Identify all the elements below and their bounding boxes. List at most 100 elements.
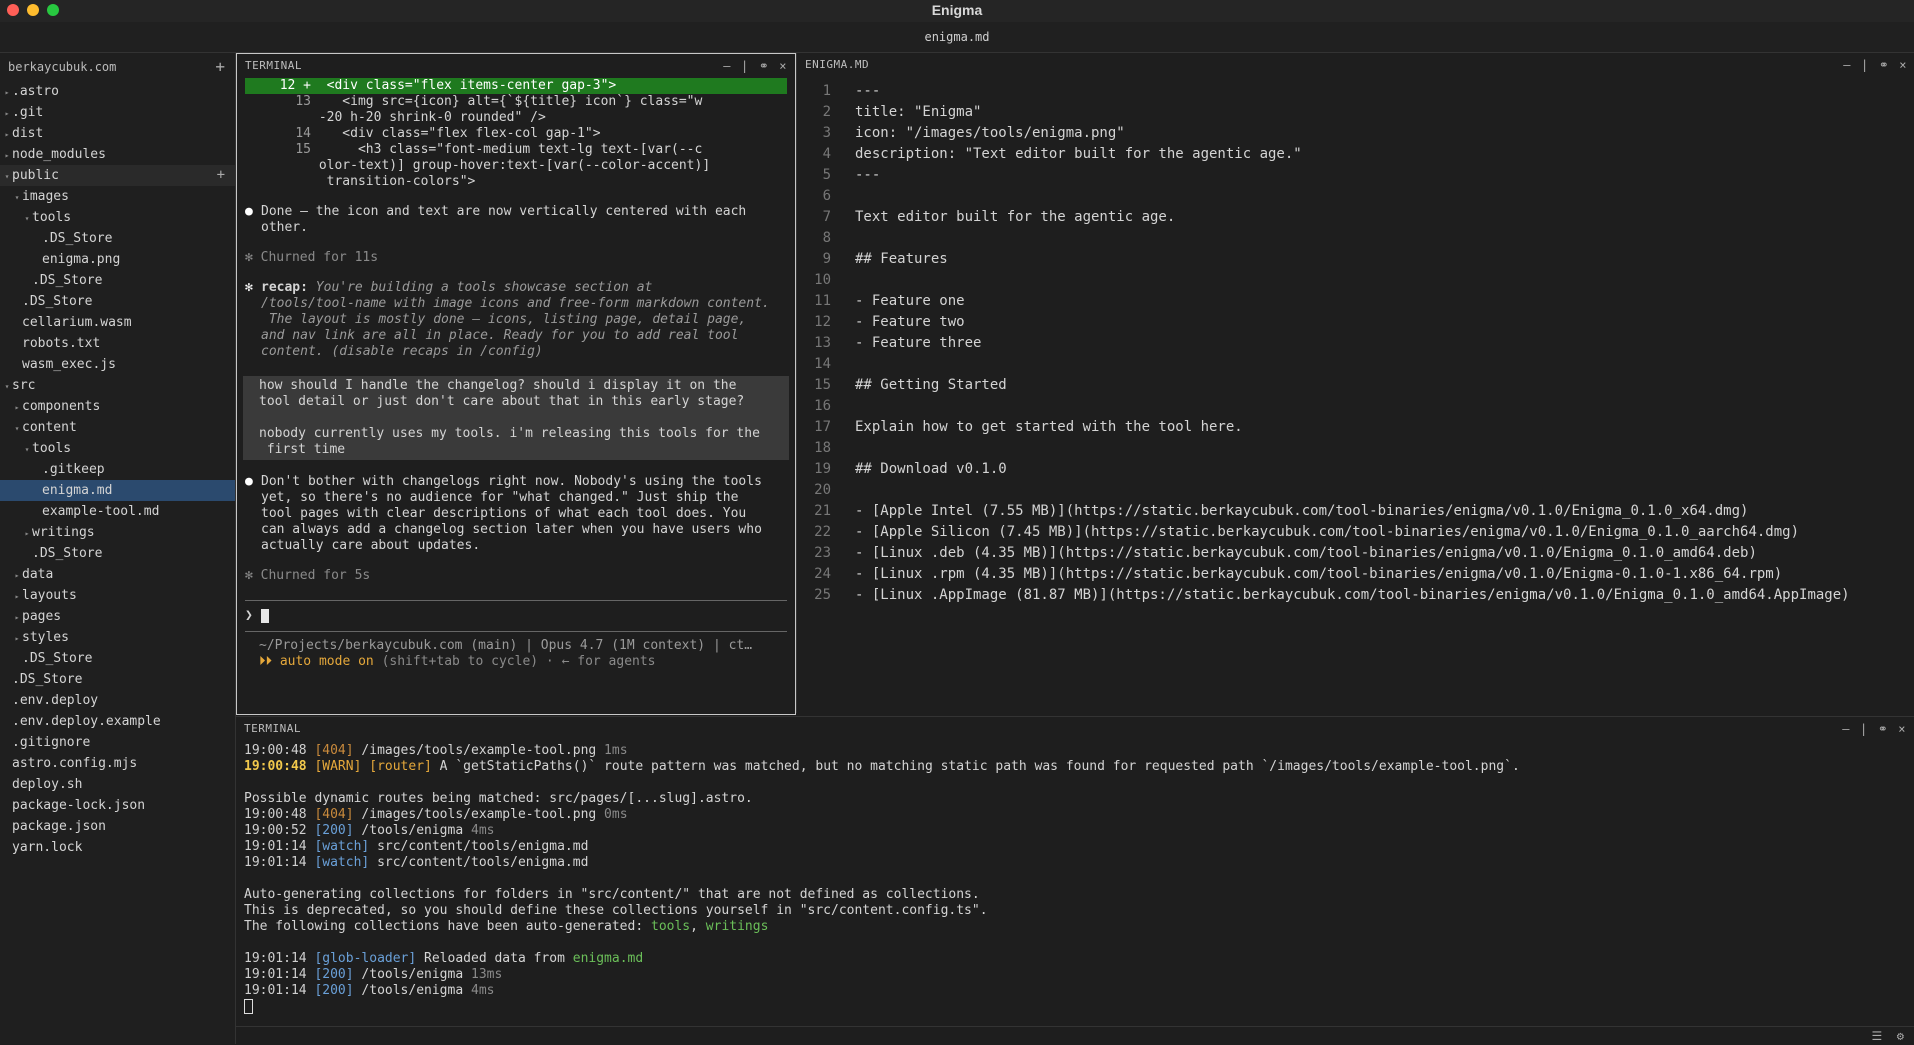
editor-line[interactable]: 12 - Feature two (797, 312, 1914, 333)
tree-item[interactable]: .env.deploy (0, 690, 235, 711)
editor-line[interactable]: 17 Explain how to get started with the to… (797, 417, 1914, 438)
editor-line[interactable]: 10 (797, 270, 1914, 291)
editor-line[interactable]: 11 - Feature one (797, 291, 1914, 312)
line-text: --- (855, 83, 881, 99)
minimize-pane-icon[interactable]: — (1843, 58, 1851, 72)
editor-line[interactable]: 23 - [Linux .deb (4.35 MB)](https://stati… (797, 543, 1914, 564)
link-pane-icon[interactable]: ⚭ (759, 59, 770, 73)
add-item-button[interactable]: + (217, 165, 225, 186)
editor-text-area[interactable]: 1 --- 2 title: "Enigma" 3 icon: "/images/tool… (797, 77, 1914, 606)
editor-line[interactable]: 24 - [Linux .rpm (4.35 MB)](https://stati… (797, 564, 1914, 585)
close-pane-icon[interactable]: × (1898, 722, 1906, 736)
editor-line[interactable]: 7 Text editor built for the agentic age. (797, 207, 1914, 228)
tree-item[interactable]: .DS_Store (0, 543, 235, 564)
tree-item[interactable]: .env.deploy.example (0, 711, 235, 732)
tree-item[interactable]: .DS_Store (0, 291, 235, 312)
tree-item[interactable]: .gitignore (0, 732, 235, 753)
link-pane-icon[interactable]: ⚭ (1878, 722, 1889, 736)
minimize-window-button[interactable] (27, 4, 39, 16)
split-pane-icon[interactable]: | (1861, 58, 1869, 72)
tree-item[interactable]: ▸ pages (0, 606, 235, 627)
editor-line[interactable]: 22 - [Apple Silicon (7.45 MB)](https://st… (797, 522, 1914, 543)
tree-item[interactable]: ▸ data (0, 564, 235, 585)
editor-line[interactable]: 20 (797, 480, 1914, 501)
editor-line[interactable]: 6 (797, 186, 1914, 207)
editor-line[interactable]: 5 --- (797, 165, 1914, 186)
tree-item[interactable]: .DS_Store (0, 648, 235, 669)
editor-line[interactable]: 9 ## Features (797, 249, 1914, 270)
minimize-pane-icon[interactable]: — (1842, 722, 1850, 736)
tree-item[interactable]: ▸ components (0, 396, 235, 417)
editor-line[interactable]: 14 (797, 354, 1914, 375)
close-window-button[interactable] (7, 4, 19, 16)
tree-item[interactable]: .DS_Store (0, 228, 235, 249)
tree-item[interactable]: .gitkeep (0, 459, 235, 480)
tab-enigma-md[interactable]: enigma.md (924, 30, 989, 44)
tree-item[interactable]: ▸ .git (0, 102, 235, 123)
tree-item[interactable]: package-lock.json (0, 795, 235, 816)
log-segment: [watch] (314, 855, 370, 870)
editor-line[interactable]: 2 title: "Enigma" (797, 102, 1914, 123)
editor-line[interactable]: 8 (797, 228, 1914, 249)
prompt-input[interactable]: ❯ (245, 600, 787, 632)
tree-item[interactable]: ▾ images (0, 186, 235, 207)
minimize-pane-icon[interactable]: — (723, 59, 731, 73)
log-segment: 1ms (604, 743, 628, 758)
editor-line[interactable]: 3 icon: "/images/tools/enigma.png" (797, 123, 1914, 144)
editor-line[interactable]: 25 - [Linux .AppImage (81.87 MB)](https:/… (797, 585, 1914, 606)
editor-line[interactable]: 19 ## Download v0.1.0 (797, 459, 1914, 480)
line-number: 21 (814, 503, 831, 519)
tree-item[interactable]: .DS_Store (0, 669, 235, 690)
split-pane-icon[interactable]: | (741, 59, 749, 73)
editor-line[interactable]: 21 - [Apple Intel (7.55 MB)](https://stat… (797, 501, 1914, 522)
close-pane-icon[interactable]: × (779, 59, 787, 73)
log-segment: [200] (314, 823, 354, 838)
gear-icon[interactable]: ⚙ (1897, 1029, 1904, 1043)
log-line: 19:01:14 [200] /tools/enigma 13ms (244, 967, 1906, 983)
split-pane-icon[interactable]: | (1860, 722, 1868, 736)
tree-item[interactable]: ▸ .astro (0, 81, 235, 102)
new-file-button[interactable]: + (215, 53, 225, 81)
log-line: 19:01:14 [watch] src/content/tools/enigm… (244, 839, 1906, 855)
tree-item[interactable]: ▾ public + (0, 165, 235, 186)
tree-item[interactable]: .DS_Store (0, 270, 235, 291)
tree-item-label: package-lock.json (12, 798, 146, 813)
editor-line[interactable]: 18 (797, 438, 1914, 459)
log-line: Auto-generating collections for folders … (244, 887, 1906, 903)
editor-line[interactable]: 13 - Feature three (797, 333, 1914, 354)
editor-line[interactable]: 15 ## Getting Started (797, 375, 1914, 396)
tree-item[interactable]: ▸ styles (0, 627, 235, 648)
bottom-terminal-output[interactable]: 19:00:48 [404] /images/tools/example-too… (236, 741, 1914, 1017)
tree-item[interactable]: ▸ dist (0, 123, 235, 144)
tree-item-label: .DS_Store (32, 546, 103, 561)
close-pane-icon[interactable]: × (1899, 58, 1907, 72)
tree-item[interactable]: enigma.md (0, 480, 235, 501)
maximize-window-button[interactable] (47, 4, 59, 16)
tree-item[interactable]: ▸ layouts (0, 585, 235, 606)
tree-item[interactable]: yarn.lock (0, 837, 235, 858)
editor-line[interactable]: 16 (797, 396, 1914, 417)
tree-item[interactable]: ▾ src (0, 375, 235, 396)
tree-item[interactable]: ▸ node_modules (0, 144, 235, 165)
tree-item[interactable]: deploy.sh (0, 774, 235, 795)
tree-item[interactable]: example-tool.md (0, 501, 235, 522)
tree-item[interactable]: ▸ writings (0, 522, 235, 543)
editor-line[interactable]: 1 --- (797, 81, 1914, 102)
editor-line[interactable]: 4 description: "Text editor built for the… (797, 144, 1914, 165)
list-icon[interactable]: ☰ (1872, 1029, 1883, 1043)
log-line: 19:00:48 [404] /images/tools/example-too… (244, 743, 1906, 759)
log-segment: /images/tools/example-tool.png (353, 743, 605, 758)
tree-item[interactable]: robots.txt (0, 333, 235, 354)
tree-item-label: data (22, 567, 54, 582)
tree-item[interactable]: ▾ tools (0, 438, 235, 459)
tree-item[interactable]: package.json (0, 816, 235, 837)
tree-item[interactable]: astro.config.mjs (0, 753, 235, 774)
link-pane-icon[interactable]: ⚭ (1879, 58, 1890, 72)
tree-item[interactable]: wasm_exec.js (0, 354, 235, 375)
auto-mode-indicator[interactable]: ⏵⏵ auto mode on (259, 654, 374, 669)
line-number: 6 (822, 188, 831, 204)
tree-item[interactable]: ▾ tools (0, 207, 235, 228)
tree-item[interactable]: ▾ content (0, 417, 235, 438)
tree-item[interactable]: enigma.png (0, 249, 235, 270)
tree-item[interactable]: cellarium.wasm (0, 312, 235, 333)
